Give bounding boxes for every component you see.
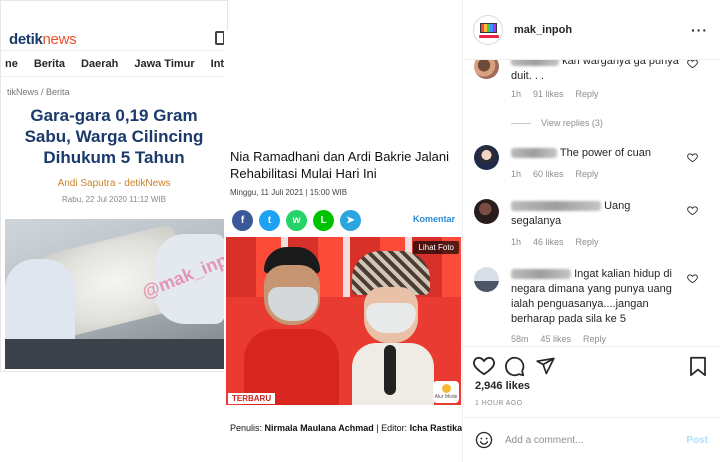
comment-likes[interactable]: 45 likes	[541, 334, 572, 344]
detik-logo: detiknews	[9, 31, 77, 48]
nav-item: ne	[5, 57, 18, 70]
comment-likes[interactable]: 46 likes	[533, 237, 564, 247]
detik-nav: ne Berita Daerah Jawa Timur Inter	[1, 51, 227, 77]
reply-button[interactable]: Reply	[576, 89, 599, 99]
comment-meta: 1h 46 likes Reply	[511, 237, 599, 247]
comment-input[interactable]	[505, 434, 687, 446]
komentar-link: Komentar	[412, 214, 455, 224]
comment-likes[interactable]: 91 likes	[533, 89, 564, 99]
reply-button[interactable]: Reply	[576, 237, 599, 247]
comment-time: 1h	[511, 169, 522, 179]
article-credits: Penulis: Nirmala Maulana Achmad | Editor…	[230, 423, 463, 433]
comment-meta: 1h 60 likes Reply	[511, 169, 599, 179]
article-date: Minggu, 11 Juli 2021 | 15:00 WIB	[230, 188, 348, 197]
comment-likes[interactable]: 60 likes	[533, 169, 564, 179]
whatsapp-icon: w	[286, 210, 307, 231]
drug-evidence-photo	[5, 219, 225, 369]
rehab-article-screenshot: Nia Ramadhani dan Ardi Bakrie Jalani Reh…	[224, 30, 463, 440]
detik-article-screenshot: detiknews ne Berita Daerah Jawa Timur In…	[0, 0, 251, 372]
post-image[interactable]: detiknews ne Berita Daerah Jawa Timur In…	[0, 0, 463, 462]
post-time: 1 HOUR AGO	[475, 400, 523, 407]
comment-time: 1h	[511, 89, 522, 99]
heart-icon[interactable]	[687, 60, 698, 69]
article-date: Rabu, 22 Jul 2020 11:12 WIB	[62, 195, 166, 204]
likes-count[interactable]: 2,946 likes	[475, 380, 530, 392]
facebook-icon: f	[232, 210, 253, 231]
reply-button[interactable]: Reply	[576, 169, 599, 179]
comment-text: Uang segalanya	[511, 200, 631, 227]
comments-list[interactable]: kan warganya ga punya duit. . . 1h 91 li…	[463, 60, 720, 346]
comment-text: The power of cuan	[511, 146, 681, 161]
username[interactable]: mak_inpoh	[514, 24, 691, 36]
comment-text: kan warganya ga punya duit. . .	[511, 60, 681, 84]
commenter-avatar[interactable]	[474, 199, 499, 224]
detik-topbar: detiknews	[1, 1, 227, 51]
post-button[interactable]: Post	[686, 435, 708, 446]
share-buttons: f t w L ➤	[232, 210, 361, 231]
commenter-avatar[interactable]	[474, 60, 499, 79]
view-replies-button[interactable]: View replies (3)	[511, 118, 603, 128]
heart-icon[interactable]	[687, 152, 698, 163]
add-comment-bar: Post	[463, 417, 720, 462]
article-author: Andi Saputra - detikNews	[57, 178, 171, 189]
comment-time: 58m	[511, 334, 529, 344]
comment-icon[interactable]	[504, 356, 525, 377]
terbaru-label: TERBARU	[228, 393, 276, 404]
comment-time: 1h	[511, 237, 522, 247]
couple-photo: Lihat Foto TERBARU Alur Mode	[226, 237, 461, 405]
avatar[interactable]	[473, 14, 503, 45]
nav-item: Jawa Timur	[134, 57, 195, 70]
article-headline: Nia Ramadhani dan Ardi Bakrie Jalani Reh…	[230, 149, 449, 181]
commenter-avatar[interactable]	[474, 145, 499, 170]
reply-button[interactable]: Reply	[583, 334, 606, 344]
post-sidebar: mak_inpoh ··· kan warganya ga punya duit…	[463, 0, 720, 462]
emoji-icon[interactable]	[475, 431, 493, 449]
bookmark-icon[interactable]	[689, 356, 707, 377]
nav-item: Berita	[33, 57, 66, 70]
telegram-icon: ➤	[340, 210, 361, 231]
nav-item: Daerah	[81, 57, 119, 70]
comment-meta: 1h 91 likes Reply	[511, 89, 599, 99]
heart-icon[interactable]	[687, 273, 698, 284]
lihat-foto-label: Lihat Foto	[413, 241, 459, 254]
post-actions	[463, 346, 720, 379]
comment-text: Ingat kalian hidup di negara dimana yang…	[511, 268, 672, 325]
comment-meta: 58m 45 likes Reply	[511, 334, 606, 344]
heart-icon[interactable]	[473, 356, 495, 376]
line-icon: L	[313, 210, 334, 231]
breadcrumb: tikNews / Berita	[7, 87, 70, 97]
twitter-icon: t	[259, 210, 280, 231]
alur-mode-badge: Alur Mode	[433, 381, 459, 403]
heart-icon[interactable]	[687, 205, 698, 216]
post-header: mak_inpoh ···	[463, 0, 720, 60]
commenter-avatar[interactable]	[474, 267, 499, 292]
more-dots-icon[interactable]: ···	[691, 22, 708, 38]
article-headline: Gara-gara 0,19 Gram Sabu, Warga Cilincin…	[24, 106, 204, 167]
share-icon[interactable]	[535, 356, 556, 376]
